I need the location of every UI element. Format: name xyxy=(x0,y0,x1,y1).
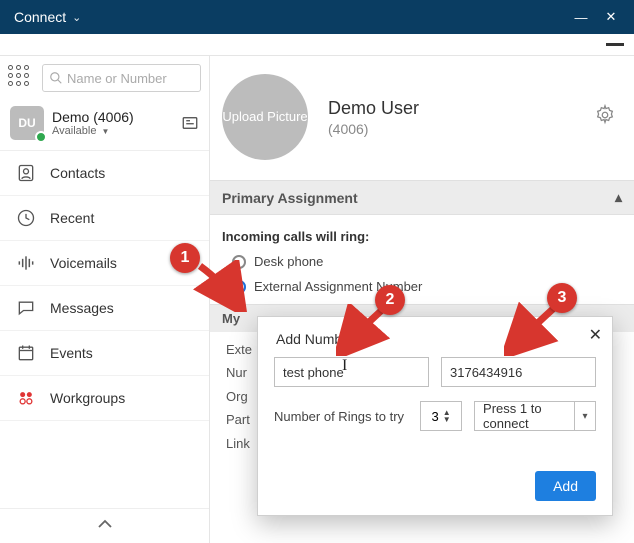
minimize-button[interactable]: — xyxy=(566,10,596,25)
primary-assignment-header[interactable]: Primary Assignment ▴ xyxy=(210,180,634,215)
gear-icon xyxy=(594,104,616,126)
avatar: DU xyxy=(10,106,44,140)
sidebar-item-label: Recent xyxy=(50,210,94,226)
stepper-arrows-icon: ▲▼ xyxy=(443,409,451,423)
add-button[interactable]: Add xyxy=(535,471,596,501)
collapse-pane-icon[interactable] xyxy=(606,43,624,46)
chevron-down-icon: ▼ xyxy=(102,127,110,136)
sidebar: Name or Number DU Demo (4006) Available … xyxy=(0,56,210,543)
settings-button[interactable] xyxy=(594,104,616,131)
sidebar-item-recent[interactable]: Recent xyxy=(0,196,209,241)
sidebar-item-messages[interactable]: Messages xyxy=(0,286,209,331)
self-status[interactable]: Available ▼ xyxy=(52,125,173,137)
annotation-arrow-1 xyxy=(192,260,248,312)
clock-icon xyxy=(16,208,36,228)
self-name: Demo (4006) xyxy=(52,109,173,125)
caret-up-icon: ▴ xyxy=(615,189,622,206)
search-input[interactable]: Name or Number xyxy=(42,64,201,92)
search-icon xyxy=(49,71,63,85)
chevron-up-icon xyxy=(96,518,114,530)
sidebar-item-label: Messages xyxy=(50,300,114,316)
app-menu-chevron-icon[interactable]: ⌄ xyxy=(72,11,81,24)
sub-bar xyxy=(0,34,634,56)
sidebar-item-label: Voicemails xyxy=(50,255,117,271)
sidebar-item-contacts[interactable]: Contacts xyxy=(0,151,209,196)
connect-mode-dropdown[interactable]: Press 1 to connect xyxy=(474,401,575,431)
label-input[interactable]: test phone xyxy=(274,357,429,387)
close-dialog-button[interactable]: ✕ xyxy=(589,325,602,345)
sidebar-item-label: Contacts xyxy=(50,165,105,181)
rings-label: Number of Rings to try xyxy=(274,409,404,424)
upload-picture-button[interactable]: Upload Picture xyxy=(222,74,308,160)
radio-desk-phone[interactable]: Desk phone xyxy=(232,254,616,269)
dialpad-icon[interactable] xyxy=(8,65,34,91)
incoming-calls-label: Incoming calls will ring: xyxy=(222,229,616,244)
close-window-button[interactable]: ✕ xyxy=(596,9,626,25)
voicemail-wave-icon xyxy=(16,253,36,273)
status-dot-icon xyxy=(35,131,47,143)
sidebar-item-label: Workgroups xyxy=(50,390,125,406)
collapse-sidebar-button[interactable] xyxy=(0,508,209,543)
self-profile[interactable]: DU Demo (4006) Available ▼ xyxy=(0,100,209,151)
user-name: Demo User xyxy=(328,98,419,119)
sidebar-item-label: Events xyxy=(50,345,93,361)
sidebar-item-events[interactable]: Events xyxy=(0,331,209,376)
sidebar-item-workgroups[interactable]: Workgroups xyxy=(0,376,209,421)
number-input[interactable]: 3176434916 xyxy=(441,357,596,387)
calendar-icon xyxy=(16,343,36,363)
dropdown-caret-icon[interactable]: ▾ xyxy=(574,401,596,431)
messages-icon xyxy=(16,298,36,318)
title-bar: Connect ⌄ — ✕ xyxy=(0,0,634,34)
rings-stepper[interactable]: 3 ▲▼ xyxy=(420,401,462,431)
contacts-icon xyxy=(16,163,36,183)
nav-list: Contacts Recent Voicemails Messages Even… xyxy=(0,151,209,421)
annotation-badge-2: 2 xyxy=(375,285,405,315)
annotation-badge-3: 3 xyxy=(547,283,577,313)
text-cursor-icon: I xyxy=(342,357,347,375)
contact-card-icon[interactable] xyxy=(181,114,199,132)
user-extension: (4006) xyxy=(328,121,419,137)
search-placeholder: Name or Number xyxy=(67,71,167,86)
workgroups-icon xyxy=(16,388,36,408)
annotation-badge-1: 1 xyxy=(170,243,200,273)
app-title: Connect xyxy=(8,9,66,25)
